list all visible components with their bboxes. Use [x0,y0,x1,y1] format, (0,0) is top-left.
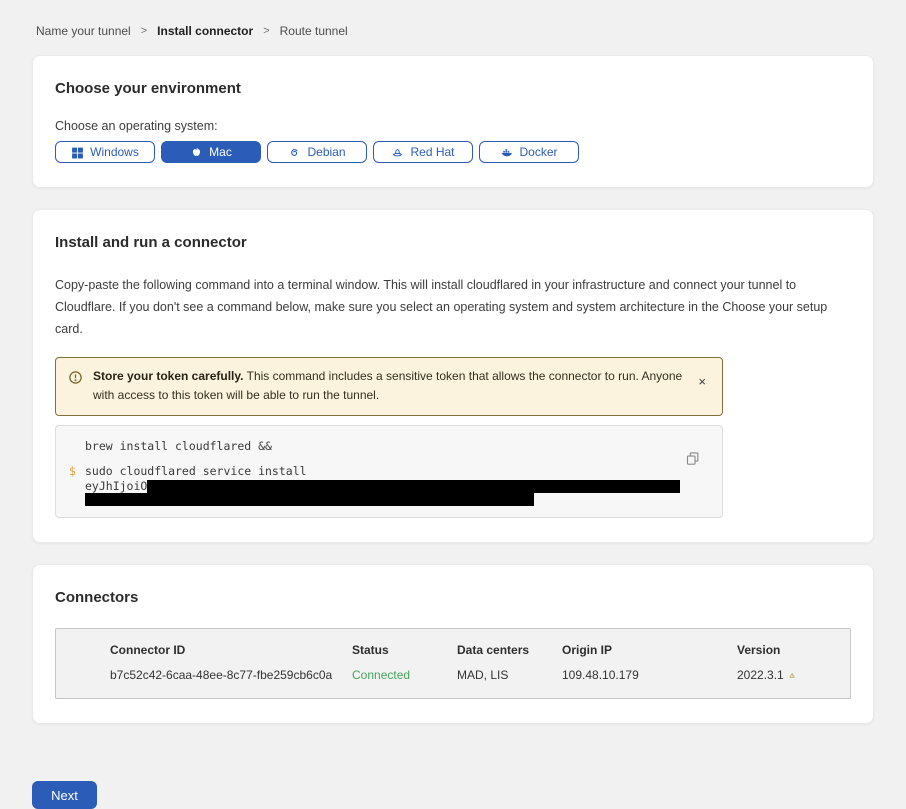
code-line-token-continued [56,493,722,506]
connectors-table: Connector ID Status Data centers Origin … [55,628,851,699]
os-button-label: Debian [307,145,345,159]
header-connector-id: Connector ID [110,643,352,657]
breadcrumb: Name your tunnel > Install connector > R… [0,0,906,38]
install-instructions: Copy-paste the following command into a … [55,275,851,341]
header-data-centers: Data centers [457,643,562,657]
code-line-token: eyJhIjoiO [56,480,722,493]
code-text: sudo cloudflared service install [85,464,307,478]
warning-title: Store your token carefully. [93,369,244,383]
windows-icon [71,146,84,159]
origin-ip-value: 109.48.10.179 [562,668,737,682]
breadcrumb-step-install-connector[interactable]: Install connector [157,24,253,38]
breadcrumb-step-route-tunnel[interactable]: Route tunnel [280,24,348,38]
environment-card: Choose your environment Choose an operat… [32,55,874,188]
apple-icon [190,146,203,159]
connectors-card: Connectors Connector ID Status Data cent… [32,564,874,724]
os-button-label: Docker [519,145,557,159]
os-button-mac[interactable]: Mac [161,141,261,163]
token-prefix-text: eyJhIjoiO [85,479,147,493]
breadcrumb-separator: > [141,25,147,37]
os-button-group: Windows Mac Debian Red Hat Docker [55,141,851,163]
header-origin-ip: Origin IP [562,643,737,657]
debian-icon [288,146,301,159]
version-number: 2022.3.1 [737,668,784,682]
warning-message: Store your token carefully. This command… [93,367,682,407]
token-redaction-bar [147,480,680,493]
os-button-label: Mac [209,145,232,159]
warning-close-button[interactable]: × [698,375,706,388]
connector-id-value: b7c52c42-6caa-48ee-8c77-fbe259cb6c0a [110,668,352,682]
page-content: Choose your environment Choose an operat… [32,55,874,724]
redhat-icon [391,146,404,159]
code-line-brew: brew install cloudflared && [56,439,722,454]
os-button-label: Red Hat [410,145,454,159]
os-button-docker[interactable]: Docker [479,141,579,163]
os-button-windows[interactable]: Windows [55,141,155,163]
docker-icon [500,146,513,159]
breadcrumb-separator: > [263,25,269,37]
table-row: b7c52c42-6caa-48ee-8c77-fbe259cb6c0a Con… [110,668,850,682]
shell-prompt: $ [69,464,76,479]
version-value: 2022.3.1 [737,668,803,682]
code-line-service-install: $ sudo cloudflared service install [56,464,722,479]
next-button[interactable]: Next [32,781,97,809]
os-button-label: Windows [90,145,139,159]
install-command-codeblock: brew install cloudflared && $ sudo cloud… [55,425,723,518]
token-warning-banner: Store your token carefully. This command… [55,357,723,417]
data-centers-value: MAD, LIS [457,668,562,682]
code-text: brew install cloudflared && [85,439,272,453]
os-select-label: Choose an operating system: [55,119,851,133]
install-connector-card: Install and run a connector Copy-paste t… [32,209,874,543]
breadcrumb-step-name-your-tunnel[interactable]: Name your tunnel [36,24,131,38]
connectors-card-title: Connectors [55,589,851,606]
warning-triangle-icon [789,669,795,682]
alert-circle-icon [68,370,83,385]
os-button-debian[interactable]: Debian [267,141,367,163]
copy-icon [685,451,700,466]
token-redaction-bar [85,493,534,506]
environment-card-title: Choose your environment [55,80,851,97]
header-version: Version [737,643,803,657]
copy-command-button[interactable] [685,451,700,466]
status-badge: Connected [352,668,457,682]
install-card-title: Install and run a connector [55,234,851,251]
header-status: Status [352,643,457,657]
table-header-row: Connector ID Status Data centers Origin … [110,643,850,657]
os-button-redhat[interactable]: Red Hat [373,141,473,163]
